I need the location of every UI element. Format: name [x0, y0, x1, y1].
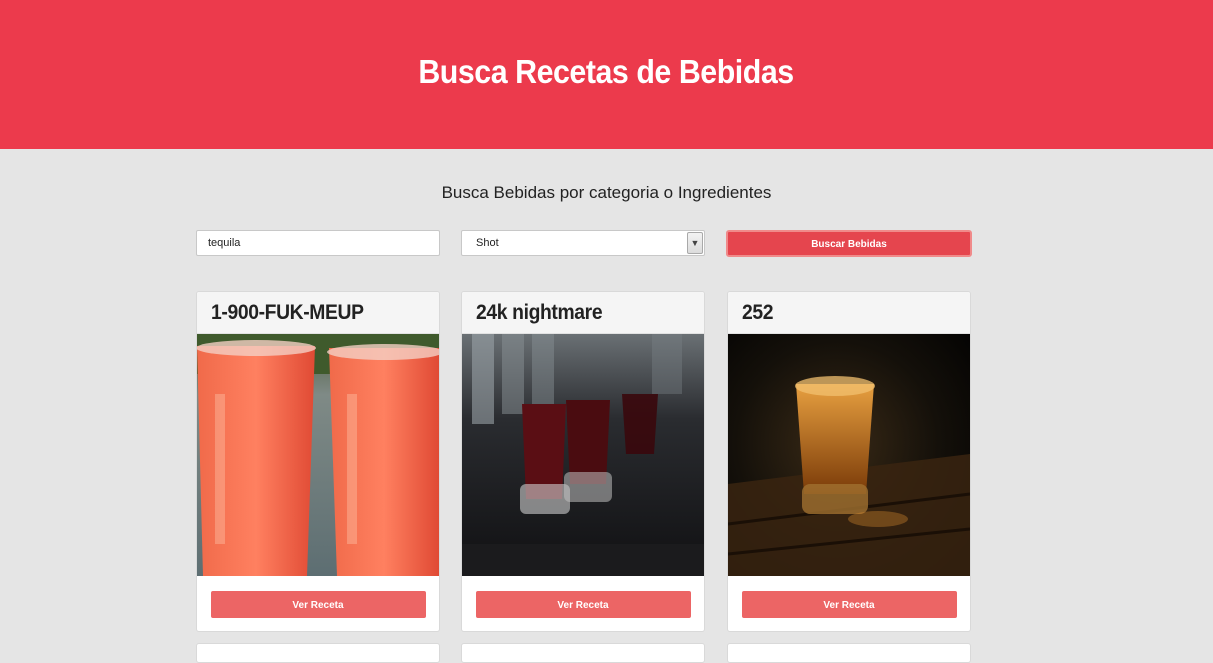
drink-card — [727, 643, 971, 663]
drink-card-title: 252 — [742, 300, 774, 324]
category-select-value: Shot — [476, 237, 499, 249]
drink-card — [196, 643, 440, 663]
drink-card-title: 24k nightmare — [476, 300, 603, 324]
search-subtitle: Busca Bebidas por categoria o Ingredient… — [441, 183, 772, 202]
search-form: Shot ▼ Buscar Bebidas — [196, 230, 972, 257]
drink-card-footer: Ver Receta — [462, 576, 704, 631]
drink-card-title: 1-900-FUK-MEUP — [211, 300, 364, 324]
drink-image — [728, 334, 970, 576]
view-recipe-button[interactable]: Ver Receta — [741, 590, 957, 618]
search-drinks-button[interactable]: Buscar Bebidas — [726, 230, 972, 257]
chevron-down-icon[interactable]: ▼ — [687, 232, 703, 254]
drink-card: 1-900-FUK-MEUP Ver Receta — [196, 291, 440, 632]
drink-card-header: 252 — [728, 292, 970, 334]
drink-card-footer: Ver Receta — [728, 576, 970, 631]
drink-image — [462, 334, 704, 576]
drink-card — [461, 643, 705, 663]
drink-card-header: 1-900-FUK-MEUP — [197, 292, 439, 334]
drink-card-footer: Ver Receta — [197, 576, 439, 631]
drink-image — [197, 334, 439, 576]
page-header: Busca Recetas de Bebidas — [0, 0, 1213, 149]
page-title: Busca Recetas de Bebidas — [418, 53, 795, 90]
drink-card-header: 24k nightmare — [462, 292, 704, 334]
view-recipe-button[interactable]: Ver Receta — [210, 590, 426, 618]
drink-card: 24k nightmare Ver Receta — [461, 291, 705, 632]
ingredient-input[interactable] — [196, 230, 440, 256]
drink-card: 252 Ver Receta — [727, 291, 971, 632]
category-select[interactable]: Shot ▼ — [461, 230, 705, 256]
view-recipe-button[interactable]: Ver Receta — [475, 590, 691, 618]
